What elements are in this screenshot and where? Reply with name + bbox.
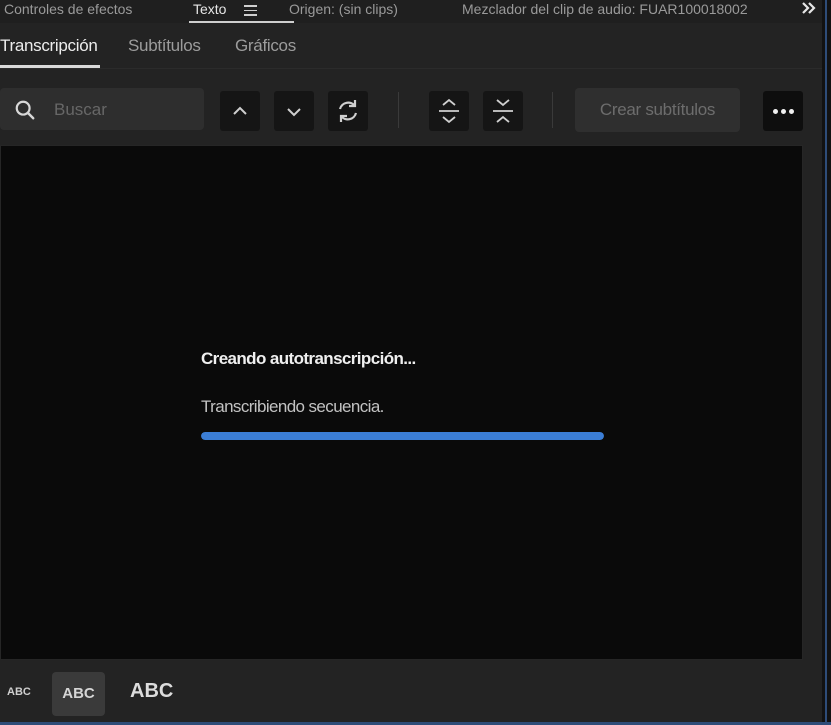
panel-tab-text-label: Texto: [193, 1, 227, 17]
transcript-toolbar: Crear subtítulos: [0, 86, 822, 134]
hamburger-menu-icon[interactable]: [244, 2, 257, 16]
text-subtabs: Transcripción Subtítulos Gráficos: [0, 24, 822, 69]
progress-title: Creando autotranscripción...: [201, 349, 416, 368]
text-size-medium-button[interactable]: ABC: [52, 672, 105, 716]
transcript-area: Creando autotranscripción... Transcribie…: [0, 145, 803, 660]
progress-status: Transcribiendo secuencia.: [201, 397, 384, 416]
text-size-bar: ABC ABC ABC: [0, 668, 822, 720]
text-size-large-button[interactable]: ABC: [130, 680, 173, 703]
active-subtab-underline: [0, 65, 100, 68]
progress-bar: [201, 432, 604, 440]
tab-captions[interactable]: Subtítulos: [128, 36, 201, 56]
toolbar-divider: [552, 92, 553, 128]
text-size-small-button[interactable]: ABC: [7, 686, 31, 698]
window-right-edge: [822, 0, 831, 725]
panel-tab-text[interactable]: Texto: [189, 0, 295, 23]
create-captions-button[interactable]: Crear subtítulos: [575, 88, 740, 132]
chevron-up-icon: [233, 106, 247, 115]
chevron-down-icon: [287, 108, 301, 117]
progress-bar-fill: [201, 432, 604, 440]
refresh-icon: [338, 100, 358, 122]
panel-header: Controles de efectos Texto Origen: (sin …: [0, 0, 822, 23]
tab-graphics[interactable]: Gráficos: [235, 36, 296, 56]
double-chevron-right-icon[interactable]: [800, 0, 818, 18]
panel-tab-effect-controls[interactable]: Controles de efectos: [4, 0, 132, 23]
search-input[interactable]: [52, 96, 196, 124]
active-panel-underline: [189, 21, 295, 23]
collapse-segments-button[interactable]: [483, 91, 523, 131]
panel-tab-source[interactable]: Origen: (sin clips): [289, 0, 398, 23]
replace-button[interactable]: [328, 91, 368, 131]
more-options-button[interactable]: [763, 91, 803, 131]
expand-segments-button[interactable]: [429, 91, 469, 131]
toolbar-divider: [398, 92, 399, 128]
expand-vertical-icon: [439, 98, 459, 124]
search-box[interactable]: [0, 88, 204, 130]
tab-transcription-label: Transcripción: [0, 36, 98, 55]
panel-tab-audio-clip-mixer[interactable]: Mezclador del clip de audio: FUAR1000180…: [462, 0, 748, 23]
search-icon: [15, 100, 35, 120]
window-border-line: [825, 0, 827, 725]
previous-result-button[interactable]: [220, 91, 260, 131]
collapse-vertical-icon: [493, 99, 513, 123]
next-result-button[interactable]: [274, 91, 314, 131]
tab-transcription[interactable]: Transcripción: [0, 36, 100, 68]
